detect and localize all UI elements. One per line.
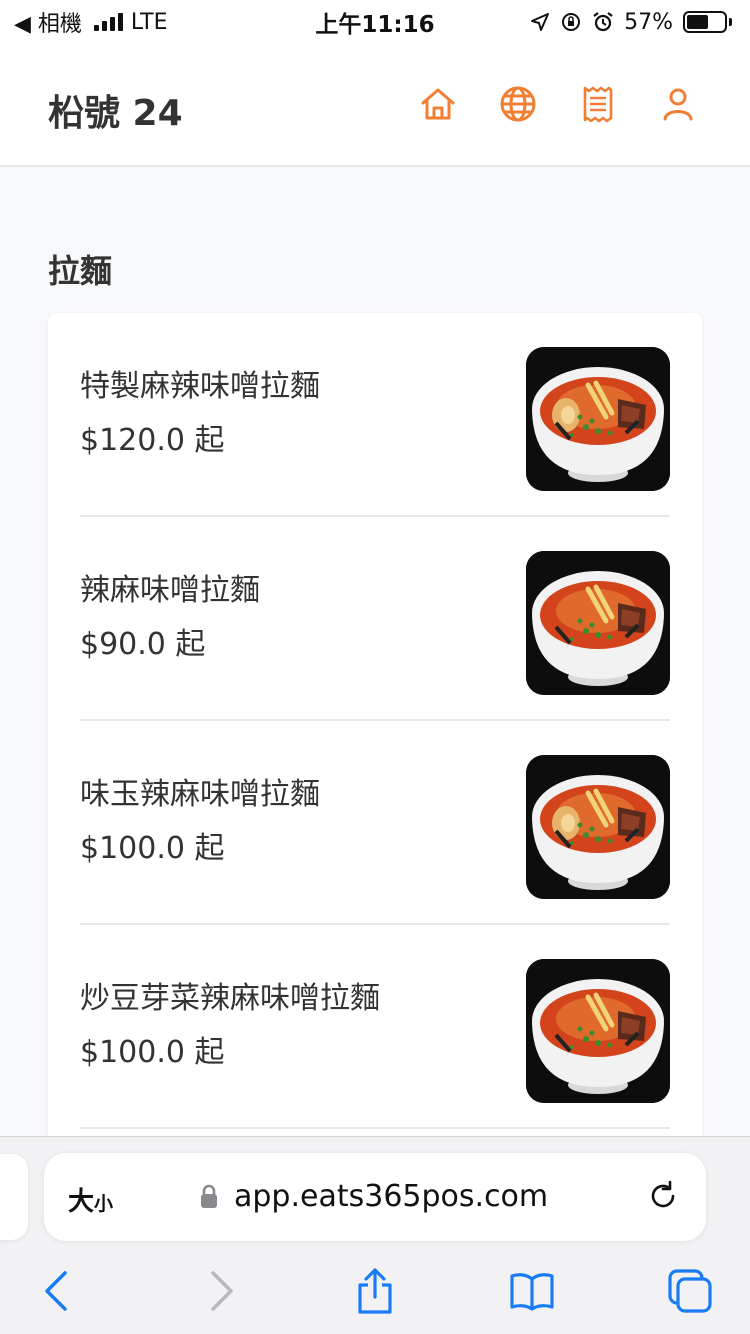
item-price: $120.0 起 <box>80 423 225 458</box>
globe-icon[interactable] <box>498 84 538 124</box>
menu-item[interactable]: 味玉辣麻味噌拉麵 $100.0 起 <box>80 721 670 925</box>
app-header: 柗號 24 <box>0 44 750 167</box>
item-name: 炒豆芽菜辣麻味噌拉麵 <box>80 981 380 1016</box>
battery-percent: 57% <box>624 9 673 35</box>
user-icon[interactable] <box>658 84 698 124</box>
ramen-photo[interactable] <box>526 347 670 491</box>
status-bar: ◀ 相機 LTE 上午11:16 57% <box>0 0 750 44</box>
battery-icon <box>683 11 732 33</box>
ramen-photo[interactable] <box>526 959 670 1103</box>
share-icon[interactable] <box>351 1267 399 1315</box>
previous-tab-peek[interactable] <box>0 1154 28 1240</box>
back-to-app-link[interactable]: ◀ 相機 <box>14 6 82 38</box>
rotation-lock-icon <box>562 13 581 31</box>
back-arrow-icon[interactable] <box>34 1267 82 1315</box>
home-icon[interactable] <box>418 84 458 124</box>
forward-arrow-icon[interactable] <box>196 1267 244 1315</box>
store-name: 柗號 24 <box>48 93 183 134</box>
receipt-icon[interactable] <box>578 84 618 124</box>
menu-item[interactable]: 特製麻辣味噌拉麵 $120.0 起 <box>80 313 670 517</box>
lock-icon <box>201 1184 217 1208</box>
menu-list: 特製麻辣味噌拉麵 $120.0 起 辣麻味噌拉麵 $90.0 起 味玉辣麻味噌拉… <box>48 313 702 1153</box>
section-title: 拉麵 <box>48 252 113 290</box>
item-name: 特製麻辣味噌拉麵 <box>80 369 320 404</box>
browser-toolbar: 大小 app.eats365pos.com <box>0 1136 750 1334</box>
signal-icon <box>93 13 123 31</box>
ramen-photo[interactable] <box>526 755 670 899</box>
menu-item[interactable]: 辣麻味噌拉麵 $90.0 起 <box>80 517 670 721</box>
item-price: $100.0 起 <box>80 831 225 866</box>
alarm-icon <box>593 12 613 32</box>
network-label: LTE <box>130 9 168 35</box>
ramen-photo[interactable] <box>526 551 670 695</box>
text-size-button[interactable]: 大小 <box>68 1181 113 1218</box>
item-price: $100.0 起 <box>80 1035 225 1070</box>
reload-icon[interactable] <box>646 1179 680 1213</box>
item-name: 味玉辣麻味噌拉麵 <box>80 777 320 812</box>
address-bar[interactable]: 大小 app.eats365pos.com <box>44 1153 706 1241</box>
item-price: $90.0 起 <box>80 627 206 662</box>
item-name: 辣麻味噌拉麵 <box>80 573 260 608</box>
menu-item[interactable]: 炒豆芽菜辣麻味噌拉麵 $100.0 起 <box>80 925 670 1129</box>
location-arrow-icon <box>531 13 550 31</box>
tabs-icon[interactable] <box>666 1267 714 1315</box>
url-text[interactable]: app.eats365pos.com <box>234 1179 548 1214</box>
bookmarks-icon[interactable] <box>508 1267 556 1315</box>
